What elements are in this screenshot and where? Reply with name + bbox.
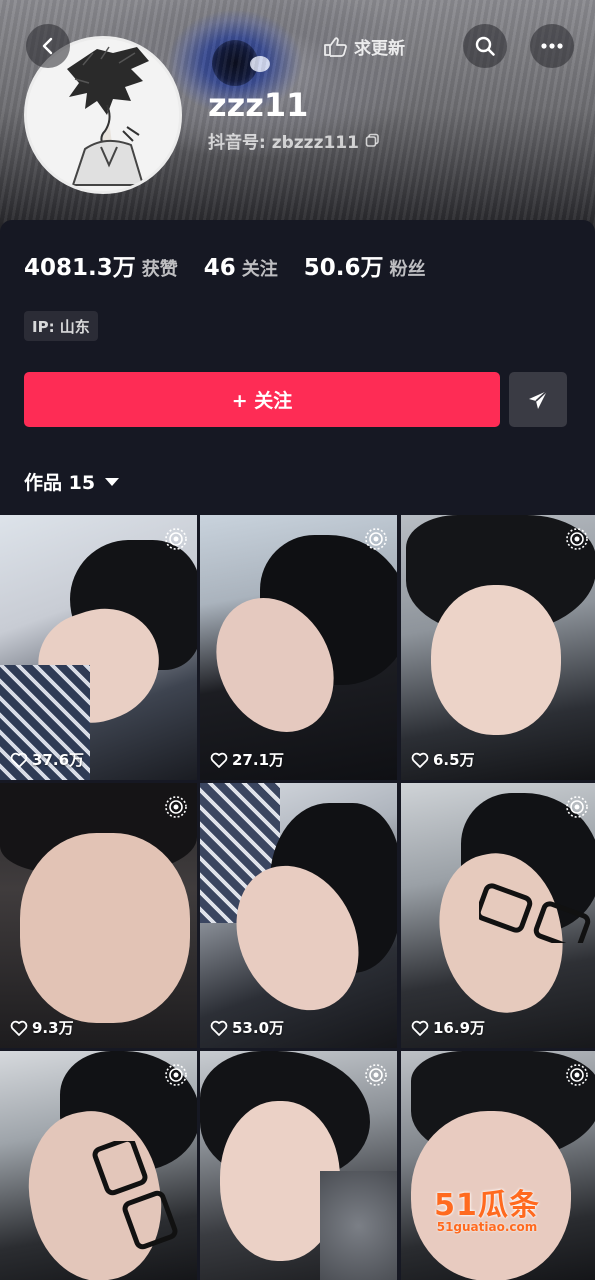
like-count: 27.1万 bbox=[210, 749, 284, 770]
live-photo-icon bbox=[365, 1064, 387, 1086]
glasses-icon bbox=[479, 883, 591, 943]
heart-icon bbox=[10, 1020, 28, 1036]
like-count: 6.5万 bbox=[411, 749, 475, 770]
video-thumbnail[interactable]: 27.1万 bbox=[200, 515, 397, 780]
douyin-id[interactable]: 抖音号: zbzzz111 bbox=[208, 128, 380, 153]
ip-location-tag: IP: 山东 bbox=[24, 311, 98, 341]
stat-following[interactable]: 46 关注 bbox=[204, 255, 278, 281]
like-count: 9.3万 bbox=[10, 1017, 74, 1038]
works-tab[interactable]: 作品 15 bbox=[24, 468, 120, 495]
banner-eye-glint bbox=[250, 56, 270, 72]
live-photo-icon bbox=[365, 528, 387, 550]
live-photo-icon bbox=[165, 528, 187, 550]
live-photo-icon bbox=[165, 1064, 187, 1086]
like-count-value: 53.0万 bbox=[232, 1019, 285, 1037]
live-photo-icon bbox=[566, 1064, 588, 1086]
live-photo-icon bbox=[566, 528, 588, 550]
video-thumbnail[interactable]: 16.9万 bbox=[401, 783, 595, 1048]
video-thumbnail[interactable]: 6.5万 bbox=[401, 515, 595, 780]
caret-down-icon bbox=[105, 477, 120, 486]
stat-followers[interactable]: 50.6万 粉丝 bbox=[304, 248, 426, 282]
request-update-label: 求更新 bbox=[354, 38, 405, 59]
thumbnail-face bbox=[20, 833, 190, 1023]
heart-icon bbox=[10, 752, 28, 768]
video-thumbnail[interactable] bbox=[0, 1051, 197, 1280]
stat-following-label: 关注 bbox=[241, 259, 278, 280]
glasses-icon bbox=[92, 1141, 178, 1250]
copy-icon[interactable] bbox=[365, 133, 380, 148]
share-button[interactable] bbox=[509, 372, 567, 427]
like-count: 37.6万 bbox=[10, 749, 84, 770]
like-count-value: 16.9万 bbox=[433, 1019, 486, 1037]
video-thumbnail[interactable] bbox=[401, 1051, 595, 1280]
search-button[interactable] bbox=[463, 24, 507, 68]
thumb-point-icon bbox=[324, 37, 347, 57]
search-icon bbox=[475, 36, 495, 56]
like-count: 53.0万 bbox=[210, 1017, 284, 1038]
banner-eye-pupil bbox=[212, 40, 258, 86]
like-count-value: 6.5万 bbox=[433, 751, 475, 769]
live-photo-icon bbox=[566, 796, 588, 818]
profile-stats: 4081.3万 获赞 46 关注 50.6万 粉丝 bbox=[24, 248, 452, 282]
works-tab-label: 作品 15 bbox=[24, 472, 96, 494]
stat-likes[interactable]: 4081.3万 获赞 bbox=[24, 248, 178, 282]
heart-icon bbox=[210, 1020, 228, 1036]
stat-followers-label: 粉丝 bbox=[389, 259, 426, 280]
like-count-value: 27.1万 bbox=[232, 751, 285, 769]
like-count: 16.9万 bbox=[411, 1017, 485, 1038]
douyin-id-text: 抖音号: zbzzz111 bbox=[208, 133, 359, 153]
video-thumbnail[interactable]: 53.0万 bbox=[200, 783, 397, 1048]
back-button[interactable] bbox=[26, 24, 70, 68]
watermark-brand: 51瓜条 bbox=[434, 1188, 540, 1223]
heart-icon bbox=[210, 752, 228, 768]
request-update-button[interactable]: 求更新 bbox=[322, 30, 405, 62]
more-dots-icon bbox=[541, 43, 563, 49]
stat-likes-value: 4081.3万 bbox=[24, 255, 136, 281]
thumbnail-face bbox=[431, 585, 561, 735]
follow-button[interactable]: + 关注 bbox=[24, 372, 500, 427]
more-button[interactable] bbox=[530, 24, 574, 68]
heart-icon bbox=[411, 1020, 429, 1036]
video-thumbnail[interactable]: 9.3万 bbox=[0, 783, 197, 1048]
watermark-url: 51guatiao.com bbox=[436, 1220, 538, 1234]
stat-likes-label: 获赞 bbox=[141, 259, 178, 280]
stat-followers-value: 50.6万 bbox=[303, 255, 384, 281]
live-photo-icon bbox=[165, 796, 187, 818]
heart-icon bbox=[411, 752, 429, 768]
send-arrow-icon bbox=[529, 389, 548, 409]
like-count-value: 9.3万 bbox=[32, 1019, 74, 1037]
thumbnail-scarf bbox=[320, 1171, 397, 1280]
username: zzz11 bbox=[208, 86, 309, 124]
like-count-value: 37.6万 bbox=[32, 751, 85, 769]
stat-following-value: 46 bbox=[203, 255, 236, 281]
video-thumbnail[interactable] bbox=[200, 1051, 397, 1280]
video-thumbnail[interactable]: 37.6万 bbox=[0, 515, 197, 780]
site-watermark: 51瓜条 51guatiao.com bbox=[392, 1180, 582, 1240]
back-arrow-icon bbox=[42, 37, 53, 55]
